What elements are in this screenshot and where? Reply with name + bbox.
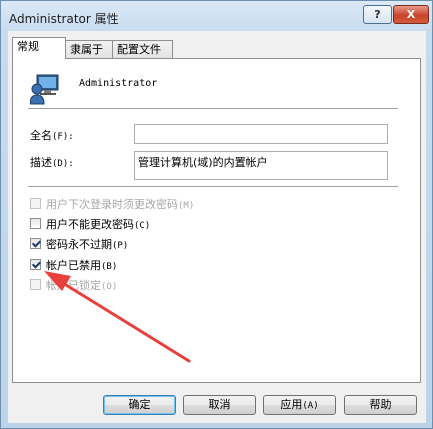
description-input[interactable]: 管理计算机(域)的内置帐户 (134, 151, 388, 180)
checkbox-box[interactable] (30, 198, 41, 209)
close-button[interactable]: X (393, 5, 429, 24)
checkbox-box[interactable] (30, 238, 41, 249)
divider (28, 108, 398, 110)
checkbox-label: 密码永不过期(P) (46, 238, 129, 251)
user-computer-icon (30, 74, 59, 105)
checkbox-label: 帐户已禁用(B) (46, 259, 118, 272)
title-bar[interactable]: Administrator 属性 ? X (1, 1, 432, 33)
fullname-label: 全名(F): (30, 129, 74, 142)
user-name: Administrator (79, 78, 158, 89)
checkbox-box[interactable] (30, 218, 41, 229)
dialog-client-area: 常规 隶属于 配置文件 Administrator 全名(F): 描述(D): … (8, 31, 426, 423)
tab-member-of[interactable]: 隶属于 (65, 40, 113, 58)
checkbox-box[interactable] (30, 279, 41, 290)
fullname-input[interactable] (134, 124, 388, 144)
apply-button[interactable]: 应用(A) (263, 395, 336, 415)
ok-button[interactable]: 确定 (103, 395, 176, 415)
checkbox-label: 用户下次登录时须更改密码(M) (46, 198, 195, 211)
properties-dialog: Administrator 属性 ? X 常规 隶属于 配置文件 Adminis… (0, 0, 433, 429)
checkbox-label: 帐户已锁定(O) (46, 279, 118, 292)
general-tab-panel: Administrator 全名(F): 描述(D): 管理计算机(域)的内置帐… (12, 58, 421, 383)
help-title-button[interactable]: ? (363, 5, 392, 24)
tab-profile[interactable]: 配置文件 (112, 40, 173, 58)
checkbox-label: 用户不能更改密码(C) (46, 218, 151, 231)
help-button[interactable]: 帮助 (344, 395, 417, 415)
tab-general[interactable]: 常规 (12, 37, 66, 59)
cancel-button[interactable]: 取消 (183, 395, 256, 415)
window-title: Administrator 属性 (9, 12, 119, 26)
description-label: 描述(D): (30, 156, 74, 169)
divider (28, 186, 398, 188)
checkbox-box[interactable] (30, 259, 41, 270)
